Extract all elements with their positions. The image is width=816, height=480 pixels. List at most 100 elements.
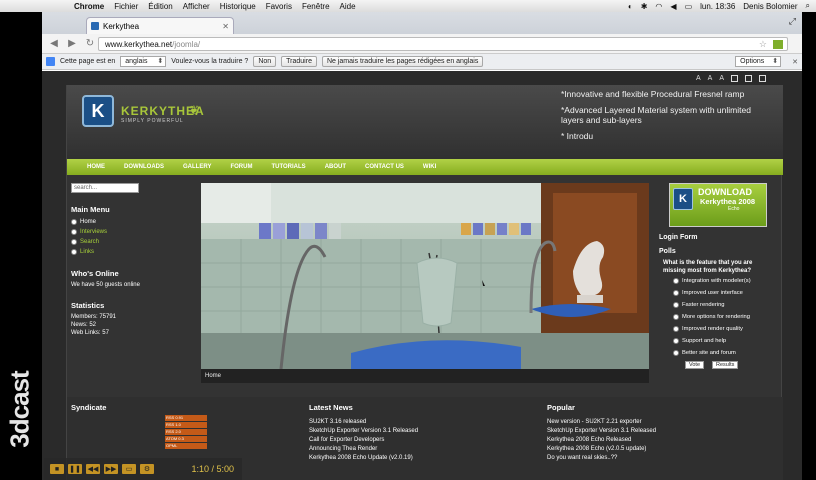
menu-item-links[interactable]: Links [71,247,195,257]
radio-icon[interactable] [673,338,679,344]
menu-aide[interactable]: Aide [340,2,356,11]
poll-option[interactable]: Faster rendering [673,299,773,311]
popular-link[interactable]: SketchUp Exporter Version 3.1 Released [547,427,656,436]
fullscreen-icon[interactable]: ▭ [122,464,136,474]
layout-wide-icon[interactable] [745,75,752,82]
stop-icon[interactable]: ■ [50,464,64,474]
banner-breadcrumb[interactable]: Home [201,369,649,383]
popular-link[interactable]: New version - SU2KT 2.21 exporter [547,418,656,427]
poll-option[interactable]: Improved render quality [673,323,773,335]
poll-option[interactable]: Integration with modeler(s) [673,275,773,287]
tab-kerkythea[interactable]: Kerkythea ✕ [86,17,234,34]
font-size-controls: A A A [696,75,766,82]
sync-icon[interactable]: ◐ [628,2,633,11]
clock[interactable]: lun. 18:36 [700,2,735,11]
language-select[interactable]: anglais [120,56,167,67]
nav-downloads[interactable]: DOWNLOADS [124,164,164,170]
poll-option[interactable]: Better site and forum [673,347,773,359]
poll-option[interactable]: More options for rendering [673,311,773,323]
poll-option[interactable]: Support and help [673,335,773,347]
nav-about[interactable]: ABOUT [325,164,346,170]
search-icon[interactable]: ⌕ [806,1,810,11]
menu-historique[interactable]: Historique [220,2,256,11]
download-kerkythea-button[interactable]: K DOWNLOAD Kerkythea 2008 Echo [669,183,767,227]
back-icon[interactable]: ◀ [48,38,60,50]
never-translate-button[interactable]: Ne jamais traduire les pages rédigées en… [321,56,484,67]
popular-link[interactable]: Do you want real skies..?? [547,454,656,463]
nav-contact[interactable]: CONTACT US [365,164,404,170]
volume-icon[interactable]: ◀ [670,2,676,11]
translate-close-icon[interactable]: ✕ [792,58,798,66]
popular-title: Popular [547,403,575,412]
tab-strip: Kerkythea ✕ ⤢ [42,12,802,34]
feed-badge[interactable]: ATOM 0.3 [165,436,207,442]
bluetooth-icon[interactable]: ✱ [641,2,648,11]
search-input[interactable]: search... [71,183,139,193]
nav-tutorials[interactable]: TUTORIALS [271,164,305,170]
radio-icon[interactable] [673,302,679,308]
layout-full-icon[interactable] [759,75,766,82]
nav-wiki[interactable]: WIKI [423,164,436,170]
extension-icon[interactable] [773,40,783,49]
menu-favoris[interactable]: Favoris [266,2,292,11]
wifi-icon[interactable]: ◠ [655,2,662,11]
menu-item-search[interactable]: Search [71,237,195,247]
radio-icon[interactable] [673,326,679,332]
forward-icon[interactable]: ▶▶ [104,464,118,474]
pause-icon[interactable]: ❚❚ [68,464,82,474]
font-smaller[interactable]: A [696,75,701,82]
settings-icon[interactable]: ⚙ [140,464,154,474]
popular-link[interactable]: Kerkythea 2008 Echo Released [547,436,656,445]
rewind-icon[interactable]: ◀◀ [86,464,100,474]
menu-chrome[interactable]: Chrome [74,2,104,11]
menu-afficher[interactable]: Afficher [183,2,210,11]
radio-icon[interactable] [673,350,679,356]
news-link[interactable]: SketchUp Exporter Version 3.1 Released [309,427,418,436]
menu-fenetre[interactable]: Fenêtre [302,2,330,11]
nav-forum[interactable]: FORUM [230,164,252,170]
playback-time: 1:10 / 5:00 [191,464,234,474]
translate-bar: Cette page est en anglais Voulez-vous la… [42,54,802,70]
main-nav: HOME DOWNLOADS GALLERY FORUM TUTORIALS A… [67,159,783,175]
news-link[interactable]: SU2KT 3.16 released [309,418,418,427]
nav-home[interactable]: HOME [87,164,105,170]
tab-close-icon[interactable]: ✕ [222,22,229,31]
kerkythea-logo-icon[interactable]: K [82,95,114,127]
menu-item-home[interactable]: Home [71,217,195,227]
login-form-title[interactable]: Login Form [659,234,773,241]
poll-option[interactable]: Improved user interface [673,287,773,299]
forward-icon[interactable]: ▶ [66,38,78,50]
vote-button[interactable]: Vote [685,361,705,369]
news-link[interactable]: Call for Exporter Developers [309,436,418,445]
radio-icon[interactable] [673,314,679,320]
bookmark-star-icon[interactable]: ☆ [759,39,767,50]
no-button[interactable]: Non [253,56,277,67]
layout-narrow-icon[interactable] [731,75,738,82]
popular-link[interactable]: Kerkythea 2008 Echo (v2.0.5 update) [547,445,656,454]
feed-badge[interactable]: RSS 2.0 [165,429,207,435]
options-select[interactable]: Options [735,56,782,67]
site-container: K KERKYTHEA SIMPLY POWERFUL ❦ *Innovativ… [66,85,783,480]
reload-icon[interactable]: ↻ [84,38,96,50]
radio-icon[interactable] [673,278,679,284]
radio-icon[interactable] [673,290,679,296]
menu-edition[interactable]: Édition [148,2,172,11]
translate-button[interactable]: Traduire [281,56,317,67]
news-link[interactable]: Kerkythea 2008 Echo Update (v2.0.19) [309,454,418,463]
results-button[interactable]: Results [712,361,739,369]
window-resize-icon[interactable]: ⤢ [789,16,796,27]
nav-gallery[interactable]: GALLERY [183,164,211,170]
news-link[interactable]: Announcing Thea Render [309,445,418,454]
user-name[interactable]: Denis Bolomier [743,2,797,11]
battery-icon[interactable]: ▭ [685,2,693,11]
feed-badge[interactable]: OPML [165,443,207,449]
address-bar[interactable]: www.kerkythea.net /joomla/ ☆ [98,37,788,51]
font-default[interactable]: A [708,75,713,82]
download-label: DOWNLOAD [698,187,752,197]
menu-fichier[interactable]: Fichier [114,2,138,11]
favicon-icon [91,22,99,30]
font-larger[interactable]: A [719,75,724,82]
feed-badge[interactable]: RSS 1.0 [165,422,207,428]
feed-badge[interactable]: RSS 0.91 [165,415,207,421]
menu-item-interviews[interactable]: Interviews [71,227,195,237]
